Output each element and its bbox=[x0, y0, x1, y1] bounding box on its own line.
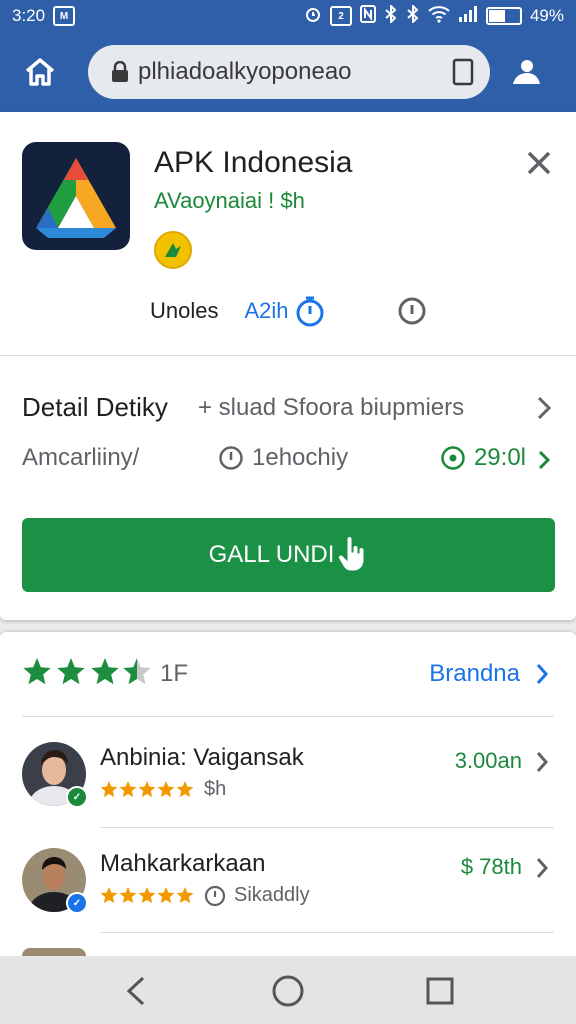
review-chevron-icon[interactable] bbox=[530, 746, 554, 778]
review-stars bbox=[100, 780, 196, 800]
details-info-row: Amcarliiny/ 1ehochiy 29:0l bbox=[22, 444, 556, 476]
review-item[interactable]: ✓ Anbinia: Vaigansak $h 3.00an bbox=[22, 742, 554, 810]
review-price: 3.00an bbox=[454, 748, 522, 773]
hand-pointer-icon bbox=[338, 536, 365, 572]
star-icon-3 bbox=[91, 658, 119, 685]
info-chevron-icon[interactable] bbox=[532, 444, 556, 476]
app-logo-icon bbox=[36, 158, 116, 238]
info-middle: 1ehochiy bbox=[218, 444, 348, 472]
app-developer[interactable]: AVaoynaiai ! $h bbox=[154, 188, 305, 214]
notif-n-icon bbox=[359, 4, 376, 28]
details-subtitle: + sluad Sfoora biupmiers bbox=[198, 394, 465, 421]
signal-icon bbox=[458, 5, 478, 28]
timer-icon[interactable] bbox=[295, 294, 325, 328]
status-time: 3:20 bbox=[12, 6, 46, 25]
reviewer-name: Anbinia: Vaigansak bbox=[100, 744, 304, 771]
app-meta-row: Unoles A2ih bbox=[150, 294, 427, 328]
verified-badge-icon: ✓ bbox=[66, 892, 88, 914]
review-meta: Sikaddly bbox=[100, 884, 310, 907]
tabs-icon[interactable] bbox=[452, 58, 474, 86]
url-text: plhiadoalkyoponeao bbox=[138, 58, 352, 85]
info-middle-text: 1ehochiy bbox=[252, 444, 349, 471]
recents-button[interactable] bbox=[418, 969, 462, 1013]
star-icon-1 bbox=[23, 658, 51, 685]
battery-percent: 49% bbox=[529, 6, 564, 25]
meta-link[interactable]: A2ih bbox=[244, 298, 288, 324]
review-price: $ 78th bbox=[460, 854, 522, 879]
home-icon bbox=[25, 58, 55, 86]
meta-label: Unoles bbox=[150, 298, 219, 323]
details-chevron-icon[interactable] bbox=[528, 392, 560, 424]
back-button[interactable] bbox=[114, 969, 158, 1013]
notification-icon: M bbox=[53, 6, 76, 26]
app-icon[interactable] bbox=[22, 142, 130, 250]
review-chevron-icon[interactable] bbox=[530, 852, 554, 884]
info-time-text: 29:0l bbox=[473, 444, 526, 471]
reviews-card: 1F Brandna ✓ Anbinia: Vaigansak $h 3.00a… bbox=[0, 632, 576, 956]
brand-link[interactable]: Brandna bbox=[429, 660, 520, 688]
bluetooth-icon-2 bbox=[406, 3, 420, 28]
home-button[interactable] bbox=[18, 50, 62, 94]
divider bbox=[0, 355, 576, 356]
wifi-icon bbox=[428, 5, 450, 28]
status-bar: 3:20 M 2 49% bbox=[0, 0, 576, 32]
home-circle-icon bbox=[272, 975, 304, 1007]
battery-icon bbox=[485, 7, 522, 25]
account-button[interactable] bbox=[504, 50, 548, 94]
clock-icon bbox=[219, 446, 243, 470]
info-category: Amcarliiny/ bbox=[22, 444, 140, 471]
review-meta: $h bbox=[100, 778, 226, 801]
reviewer-name: Mahkarkarkaan bbox=[100, 850, 266, 877]
brand-chevron-icon[interactable] bbox=[530, 658, 554, 690]
details-title: Detail Detiky bbox=[22, 392, 168, 422]
avatar-partial bbox=[22, 948, 86, 956]
home-nav-button[interactable] bbox=[266, 969, 310, 1013]
lock-icon bbox=[112, 61, 128, 82]
divider bbox=[100, 932, 554, 933]
verified-badge-icon: ✓ bbox=[66, 786, 88, 808]
info-time: 29:0l bbox=[440, 444, 526, 472]
bluetooth-icon bbox=[384, 3, 398, 28]
browser-toolbar: plhiadoalkyoponeao bbox=[0, 32, 576, 112]
recents-square-icon bbox=[426, 977, 454, 1005]
install-button[interactable]: GALL UNDI bbox=[22, 518, 555, 592]
close-icon bbox=[527, 151, 551, 175]
rating-count: 1F bbox=[160, 660, 189, 687]
clock-icon bbox=[204, 885, 226, 906]
divider bbox=[100, 827, 554, 828]
review-sub-text: Sikaddly bbox=[234, 884, 310, 906]
divider bbox=[22, 716, 554, 717]
rating-summary: 1F Brandna bbox=[22, 656, 554, 692]
alarm-icon bbox=[304, 5, 322, 28]
star-icon-2 bbox=[57, 658, 85, 685]
star-half-icon bbox=[123, 658, 151, 685]
rating-stars bbox=[22, 656, 152, 688]
app-card: APK Indonesia AVaoynaiai ! $h Unoles A2i… bbox=[0, 112, 576, 620]
address-bar[interactable]: plhiadoalkyoponeao bbox=[88, 45, 490, 99]
review-stars bbox=[100, 886, 196, 906]
account-icon bbox=[513, 60, 540, 84]
timer-circle-icon bbox=[441, 446, 465, 470]
info-icon[interactable] bbox=[397, 296, 427, 326]
review-item[interactable]: ✓ Mahkarkarkaan Sikaddly $ 78th bbox=[22, 848, 554, 916]
review-sub-text: $h bbox=[204, 778, 227, 800]
install-button-label: GALL UNDI bbox=[208, 541, 335, 568]
close-button[interactable] bbox=[522, 146, 556, 180]
award-badge-icon bbox=[154, 231, 192, 269]
app-title: APK Indonesia bbox=[154, 146, 353, 179]
back-icon bbox=[126, 976, 145, 1006]
sim-icon: 2 bbox=[329, 6, 352, 26]
system-nav-bar bbox=[0, 958, 576, 1024]
